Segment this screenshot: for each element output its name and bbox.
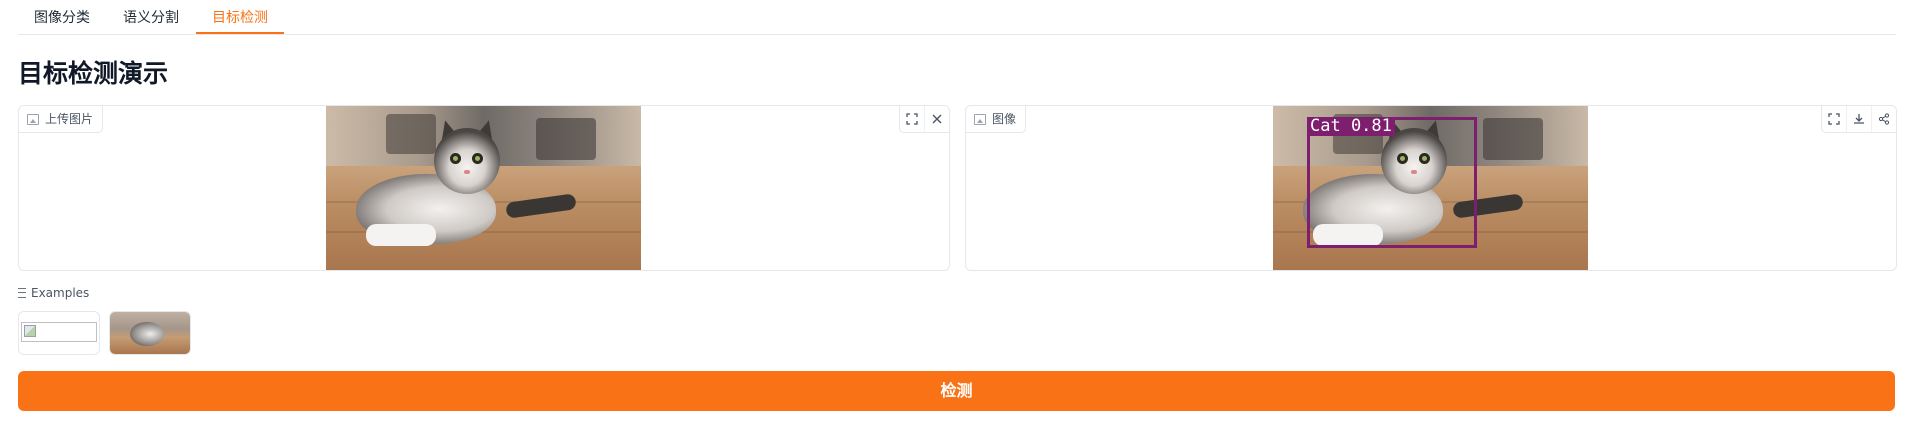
detected-cat-image: Cat 0.81 bbox=[1273, 106, 1588, 270]
examples-header: Examples bbox=[18, 286, 89, 300]
detection-bounding-box bbox=[1307, 117, 1477, 248]
detection-output-panel: 图像 Cat 0.81 bbox=[965, 105, 1897, 271]
upload-image-label: 上传图片 bbox=[19, 106, 104, 133]
output-image-label: 图像 bbox=[966, 106, 1027, 133]
tab-bar: 图像分类 语义分割 目标检测 bbox=[18, 0, 1896, 35]
image-icon bbox=[974, 113, 986, 125]
example-thumbnail-broken[interactable] bbox=[18, 311, 100, 355]
upload-image-label-text: 上传图片 bbox=[45, 112, 94, 126]
detection-label: Cat 0.81 bbox=[1307, 117, 1395, 136]
page-title: 目标检测演示 bbox=[18, 59, 169, 88]
uploaded-cat-image bbox=[326, 106, 641, 270]
close-icon[interactable] bbox=[924, 106, 949, 132]
example-thumbnail-cat[interactable] bbox=[109, 311, 191, 355]
tab-semantic-segmentation[interactable]: 语义分割 bbox=[107, 0, 195, 34]
image-icon bbox=[27, 113, 39, 125]
fullscreen-icon[interactable] bbox=[900, 106, 924, 132]
output-image-label-text: 图像 bbox=[992, 112, 1017, 126]
broken-image-icon bbox=[21, 322, 97, 342]
examples-label-text: Examples bbox=[31, 286, 90, 300]
image-upload-panel[interactable]: 上传图片 bbox=[18, 105, 950, 271]
share-icon[interactable] bbox=[1871, 106, 1896, 132]
output-toolbar bbox=[1821, 106, 1896, 133]
download-icon[interactable] bbox=[1846, 106, 1871, 132]
list-icon bbox=[18, 288, 26, 298]
tab-image-classification[interactable]: 图像分类 bbox=[18, 0, 106, 34]
tab-object-detection[interactable]: 目标检测 bbox=[196, 0, 284, 34]
detect-button[interactable]: 检测 bbox=[18, 371, 1895, 411]
fullscreen-icon[interactable] bbox=[1822, 106, 1846, 132]
input-toolbar bbox=[899, 106, 949, 133]
